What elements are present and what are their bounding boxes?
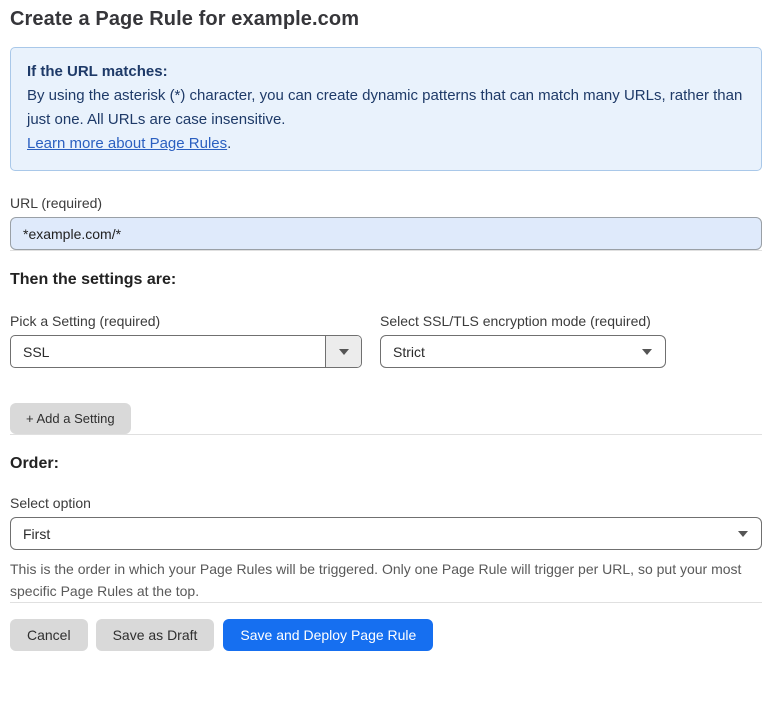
order-select-value: First — [23, 525, 51, 542]
mode-select-group: Select SSL/TLS encryption mode (required… — [380, 313, 666, 368]
order-select-caret-wrap — [738, 530, 761, 537]
order-section-heading: Order: — [10, 455, 59, 472]
order-select-label: Select option — [10, 495, 91, 511]
learn-more-link[interactable]: Learn more about Page Rules — [27, 135, 227, 152]
setting-select-value: SSL — [23, 343, 50, 360]
link-period: . — [227, 135, 232, 152]
info-box-link-line: Learn more about Page Rules. — [27, 132, 745, 156]
save-and-deploy-button[interactable]: Save and Deploy Page Rule — [223, 619, 434, 651]
setting-select-group: Pick a Setting (required) SSL — [10, 313, 362, 368]
create-page-rule-form: Create a Page Rule for example.com If th… — [0, 0, 772, 651]
settings-row: Pick a Setting (required) SSL Select SSL… — [10, 313, 762, 368]
url-input[interactable] — [10, 217, 762, 250]
page-title: Create a Page Rule for example.com — [10, 8, 360, 30]
divider — [10, 434, 762, 435]
save-as-draft-button[interactable]: Save as Draft — [95, 619, 215, 651]
order-help-text: This is the order in which your Page Rul… — [10, 561, 742, 599]
info-box-heading: If the URL matches: — [27, 63, 168, 80]
setting-select-label: Pick a Setting (required) — [10, 313, 161, 329]
url-match-info-box: If the URL matches: By using the asteris… — [10, 47, 762, 171]
chevron-down-icon — [738, 530, 748, 537]
footer-actions: Cancel Save as Draft Save and Deploy Pag… — [10, 619, 762, 651]
cancel-button[interactable]: Cancel — [10, 619, 88, 651]
info-box-body: By using the asterisk (*) character, you… — [27, 87, 743, 128]
ssl-mode-select[interactable]: Strict — [380, 335, 666, 368]
order-select[interactable]: First — [10, 517, 762, 550]
mode-select-label: Select SSL/TLS encryption mode (required… — [380, 313, 651, 329]
setting-select[interactable]: SSL — [10, 335, 362, 368]
chevron-down-icon — [642, 348, 652, 355]
chevron-down-icon — [338, 348, 349, 355]
settings-section-heading: Then the settings are: — [10, 271, 177, 288]
url-field-label: URL (required) — [10, 195, 103, 211]
ssl-mode-select-value: Strict — [393, 343, 425, 360]
divider — [10, 602, 762, 603]
add-setting-button[interactable]: + Add a Setting — [10, 403, 131, 434]
ssl-mode-select-caret-wrap — [642, 348, 665, 355]
divider — [10, 250, 762, 251]
setting-select-dropdown-button[interactable] — [325, 336, 361, 367]
